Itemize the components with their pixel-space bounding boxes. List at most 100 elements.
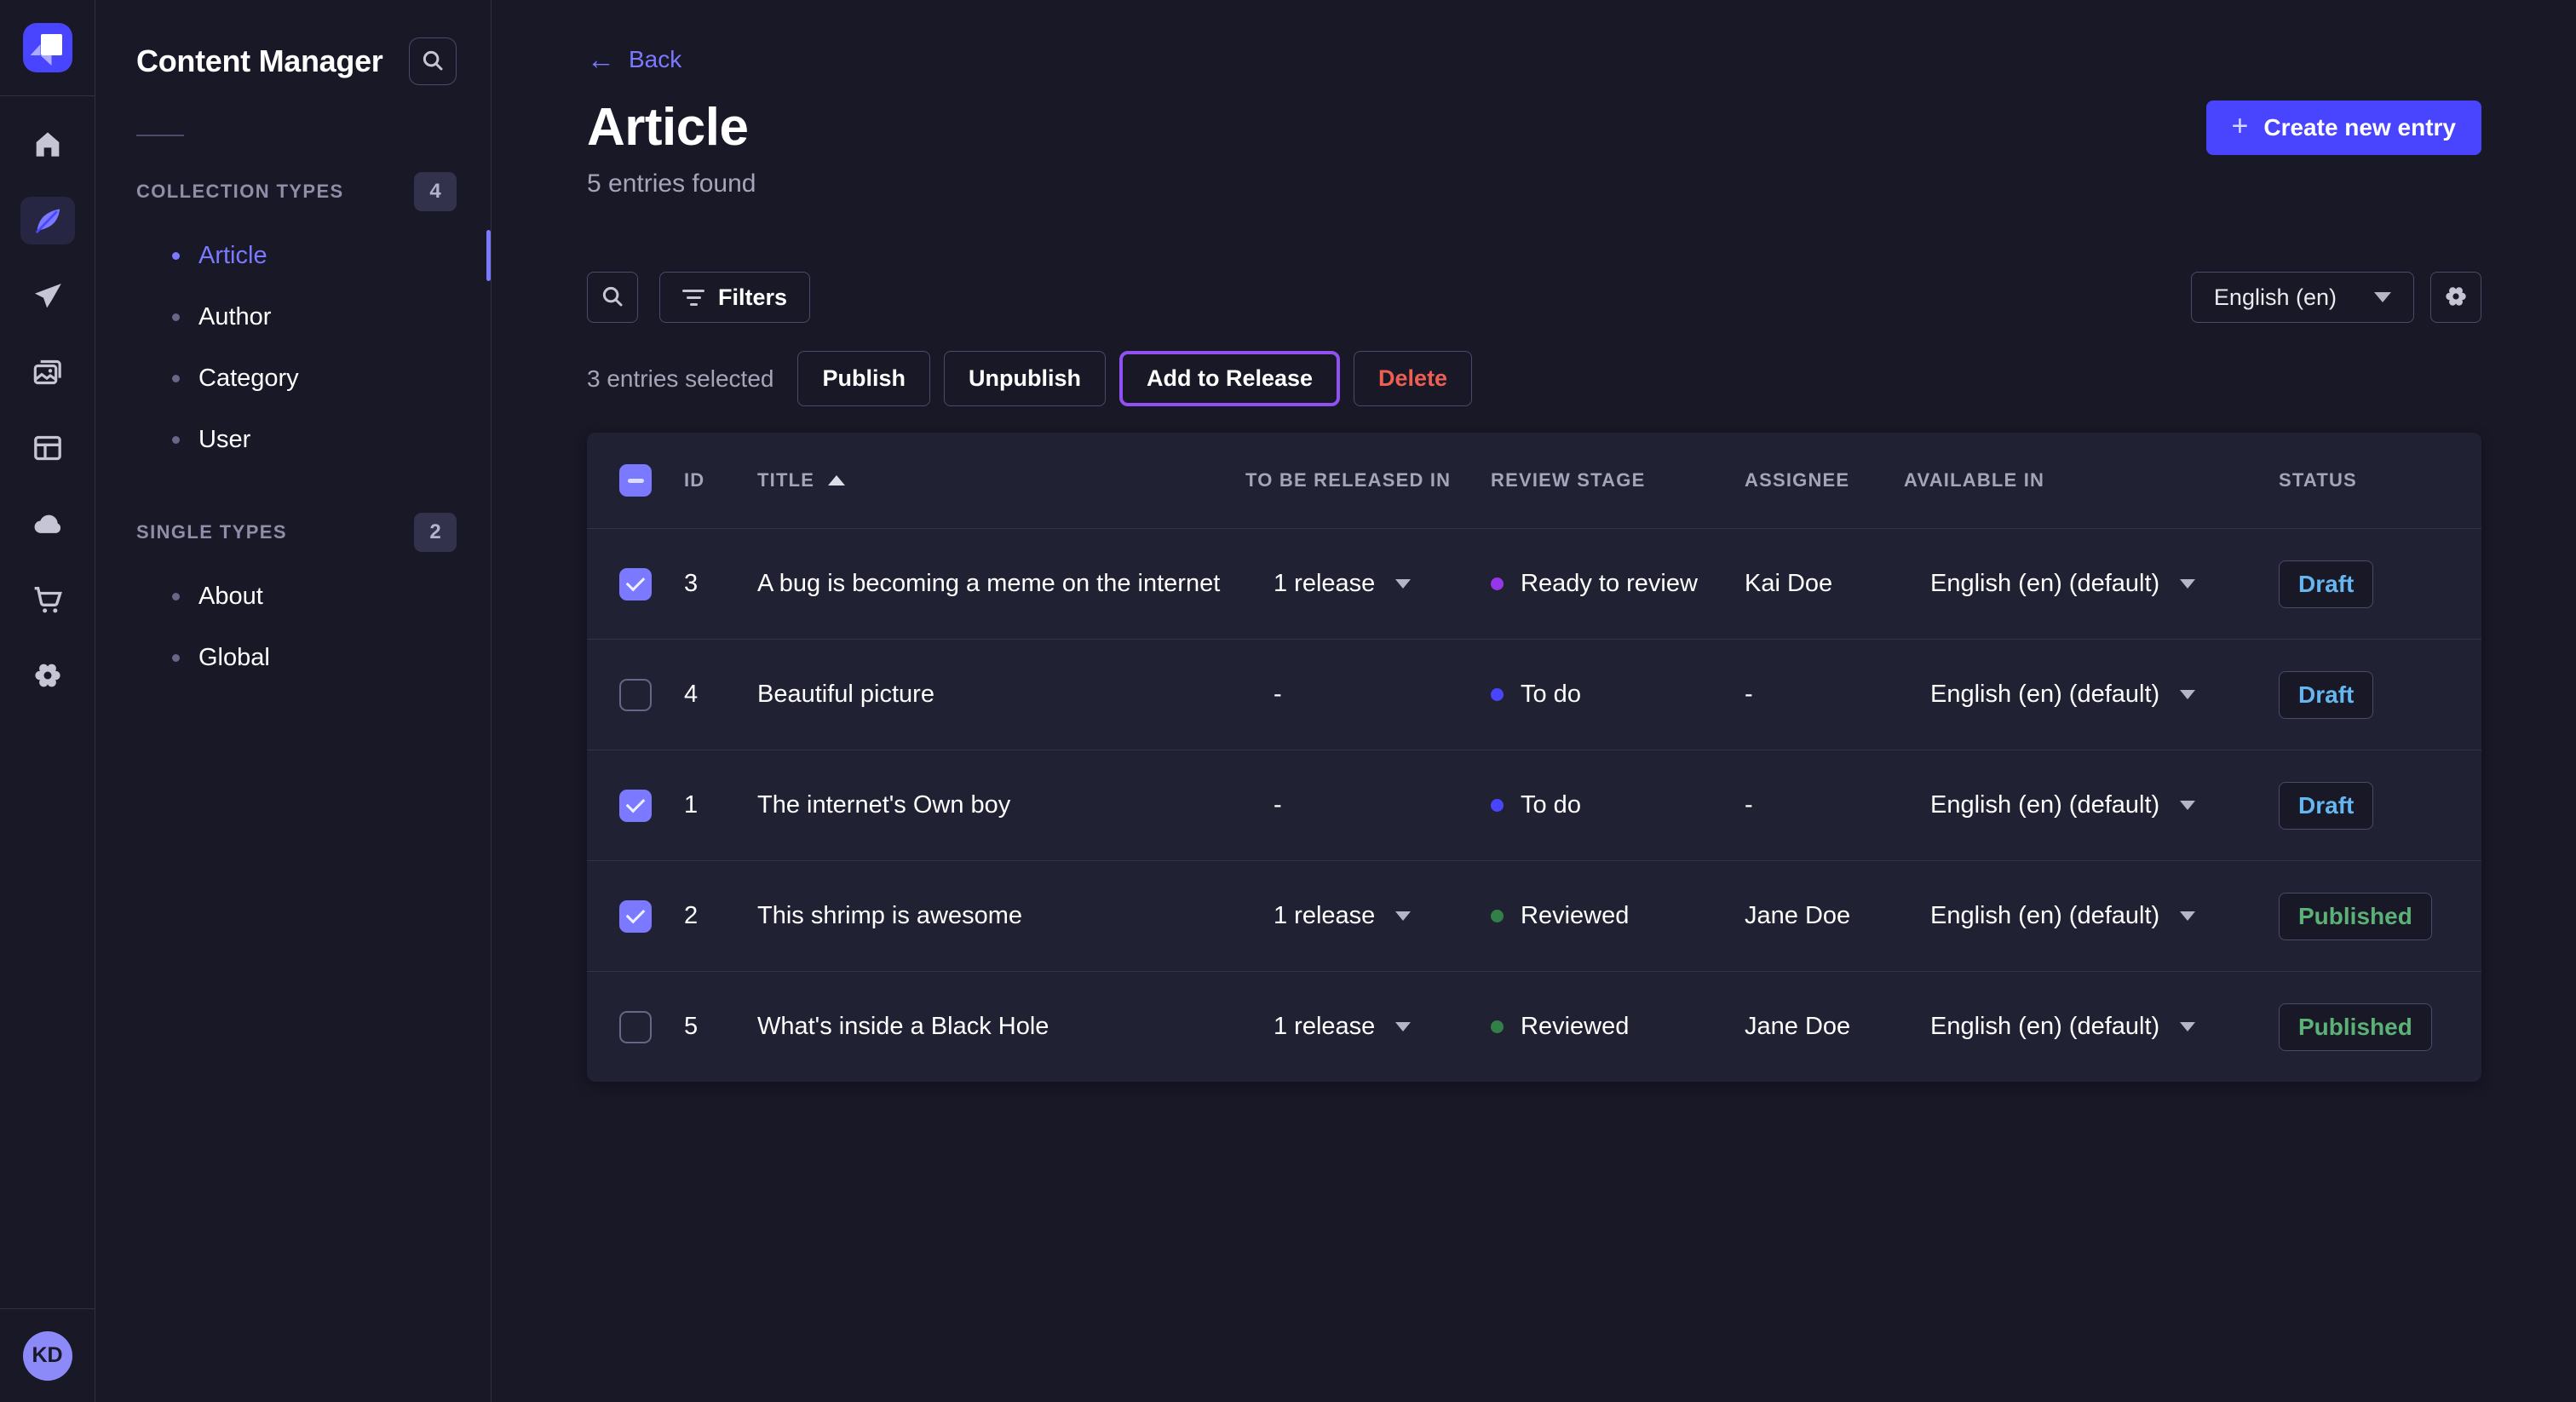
media-library-icon[interactable] — [20, 348, 75, 396]
unpublish-button[interactable]: Unpublish — [944, 351, 1106, 406]
cell-available-in[interactable]: English (en) (default) — [1930, 570, 2159, 598]
cell-release[interactable]: - — [1274, 791, 1282, 819]
sidebar-item-category[interactable]: Category — [95, 348, 491, 409]
filter-icon — [682, 290, 704, 306]
search-entries-button[interactable] — [587, 272, 638, 323]
bullet-icon — [172, 593, 180, 600]
back-link[interactable]: ← Back — [587, 46, 681, 73]
main-content: ← Back Article + Create new entry 5 entr… — [492, 0, 2576, 1402]
cloud-icon[interactable] — [20, 500, 75, 548]
sidebar-item-user[interactable]: User — [95, 409, 491, 470]
sidebar-divider — [136, 135, 184, 136]
column-header-review-stage[interactable]: REVIEW STAGE — [1491, 469, 1745, 491]
column-header-assignee[interactable]: ASSIGNEE — [1745, 469, 1904, 491]
collection-types-label: COLLECTION TYPES — [136, 181, 344, 203]
row-checkbox[interactable] — [619, 679, 652, 711]
cell-review-stage: To do — [1521, 681, 1581, 709]
delete-button[interactable]: Delete — [1354, 351, 1472, 406]
row-checkbox[interactable] — [619, 1011, 652, 1043]
collection-types-count-badge: 4 — [414, 172, 457, 211]
search-icon — [420, 48, 446, 76]
status-badge: Published — [2279, 893, 2432, 940]
table-header-row: ID TITLE TO BE RELEASED IN REVIEW STAGE … — [587, 433, 2481, 528]
cell-assignee: - — [1745, 681, 1904, 709]
chevron-down-icon — [2180, 801, 2195, 810]
collection-types-list: Article Author Category User — [95, 225, 491, 470]
cell-available-in[interactable]: English (en) (default) — [1930, 902, 2159, 930]
cell-review-stage: Reviewed — [1521, 1013, 1629, 1041]
bullet-icon — [172, 313, 180, 321]
cell-available-in[interactable]: English (en) (default) — [1930, 681, 2159, 709]
cell-id: 4 — [684, 681, 757, 709]
cell-available-in[interactable]: English (en) (default) — [1930, 1013, 2159, 1041]
sidebar-item-global[interactable]: Global — [95, 627, 491, 688]
stage-dot-icon — [1491, 577, 1504, 590]
column-header-status[interactable]: STATUS — [2279, 469, 2449, 491]
stage-dot-icon — [1491, 799, 1504, 812]
table-row[interactable]: 2 This shrimp is awesome 1 release Revie… — [587, 860, 2481, 971]
marketplace-cart-icon[interactable] — [20, 576, 75, 623]
cell-release[interactable]: 1 release — [1274, 570, 1375, 598]
add-to-release-button[interactable]: Add to Release — [1119, 351, 1340, 406]
sort-ascending-icon — [828, 475, 845, 486]
chevron-down-icon — [1395, 579, 1411, 589]
sidebar-title: Content Manager — [136, 43, 383, 79]
cell-title: Beautiful picture — [757, 681, 934, 709]
sidebar-search-button[interactable] — [409, 37, 457, 85]
selection-count-text: 3 entries selected — [587, 365, 773, 393]
content-manager-icon[interactable] — [20, 197, 75, 244]
stage-dot-icon — [1491, 910, 1504, 922]
locale-select[interactable]: English (en) — [2191, 272, 2414, 323]
home-icon[interactable] — [20, 121, 75, 169]
column-header-to-be-released-in[interactable]: TO BE RELEASED IN — [1245, 469, 1491, 491]
chevron-down-icon — [2180, 690, 2195, 699]
cell-title: This shrimp is awesome — [757, 902, 1022, 930]
sidebar-item-article[interactable]: Article — [95, 225, 491, 286]
releases-icon[interactable] — [20, 273, 75, 320]
cell-available-in[interactable]: English (en) (default) — [1930, 791, 2159, 819]
cell-review-stage: To do — [1521, 791, 1581, 819]
column-header-available-in[interactable]: AVAILABLE IN — [1904, 469, 2279, 491]
row-checkbox[interactable] — [619, 790, 652, 822]
chevron-down-icon — [1395, 1022, 1411, 1031]
gear-icon — [2442, 283, 2470, 313]
publish-button[interactable]: Publish — [797, 351, 930, 406]
strapi-logo-icon[interactable] — [23, 23, 72, 72]
status-badge: Published — [2279, 1003, 2432, 1051]
cell-review-stage: Reviewed — [1521, 902, 1629, 930]
cell-release[interactable]: 1 release — [1274, 902, 1375, 930]
table-row[interactable]: 1 The internet's Own boy - To do - Engli… — [587, 750, 2481, 860]
cell-release[interactable]: 1 release — [1274, 1013, 1375, 1041]
bullet-icon — [172, 654, 180, 662]
create-new-entry-button[interactable]: + Create new entry — [2206, 101, 2482, 155]
chevron-down-icon — [2374, 292, 2391, 302]
table-row[interactable]: 4 Beautiful picture - To do - English (e… — [587, 639, 2481, 750]
chevron-down-icon — [1395, 911, 1411, 921]
content-type-builder-icon[interactable] — [20, 424, 75, 472]
sidebar-item-author[interactable]: Author — [95, 286, 491, 348]
entries-table: ID TITLE TO BE RELEASED IN REVIEW STAGE … — [587, 433, 2481, 1082]
table-row[interactable]: 3 A bug is becoming a meme on the intern… — [587, 528, 2481, 639]
stage-dot-icon — [1491, 688, 1504, 701]
chevron-down-icon — [2180, 1022, 2195, 1031]
status-badge: Draft — [2279, 671, 2373, 719]
bullet-icon — [172, 252, 180, 260]
view-settings-button[interactable] — [2430, 272, 2481, 323]
column-header-title[interactable]: TITLE — [757, 469, 814, 491]
table-row[interactable]: 5 What's inside a Black Hole 1 release R… — [587, 971, 2481, 1082]
active-indicator — [486, 230, 491, 281]
single-types-count-badge: 2 — [414, 513, 457, 552]
entries-found-text: 5 entries found — [587, 170, 2481, 198]
cell-release[interactable]: - — [1274, 681, 1282, 709]
cell-assignee: Jane Doe — [1745, 1013, 1904, 1041]
user-avatar[interactable]: KD — [23, 1331, 72, 1381]
settings-gear-icon[interactable] — [20, 652, 75, 699]
filters-button[interactable]: Filters — [659, 272, 810, 323]
row-checkbox[interactable] — [619, 568, 652, 600]
row-checkbox[interactable] — [619, 900, 652, 933]
select-all-checkbox[interactable] — [619, 464, 652, 497]
main-nav-rail: KD — [0, 0, 95, 1402]
status-badge: Draft — [2279, 782, 2373, 830]
sidebar-item-about[interactable]: About — [95, 566, 491, 627]
column-header-id[interactable]: ID — [684, 469, 757, 491]
